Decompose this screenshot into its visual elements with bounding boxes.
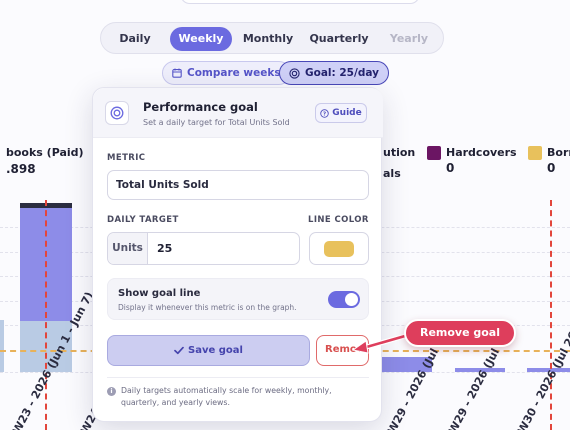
annotation-arrow [351,333,408,354]
remove-goal-callout: Remove goal [404,319,516,347]
